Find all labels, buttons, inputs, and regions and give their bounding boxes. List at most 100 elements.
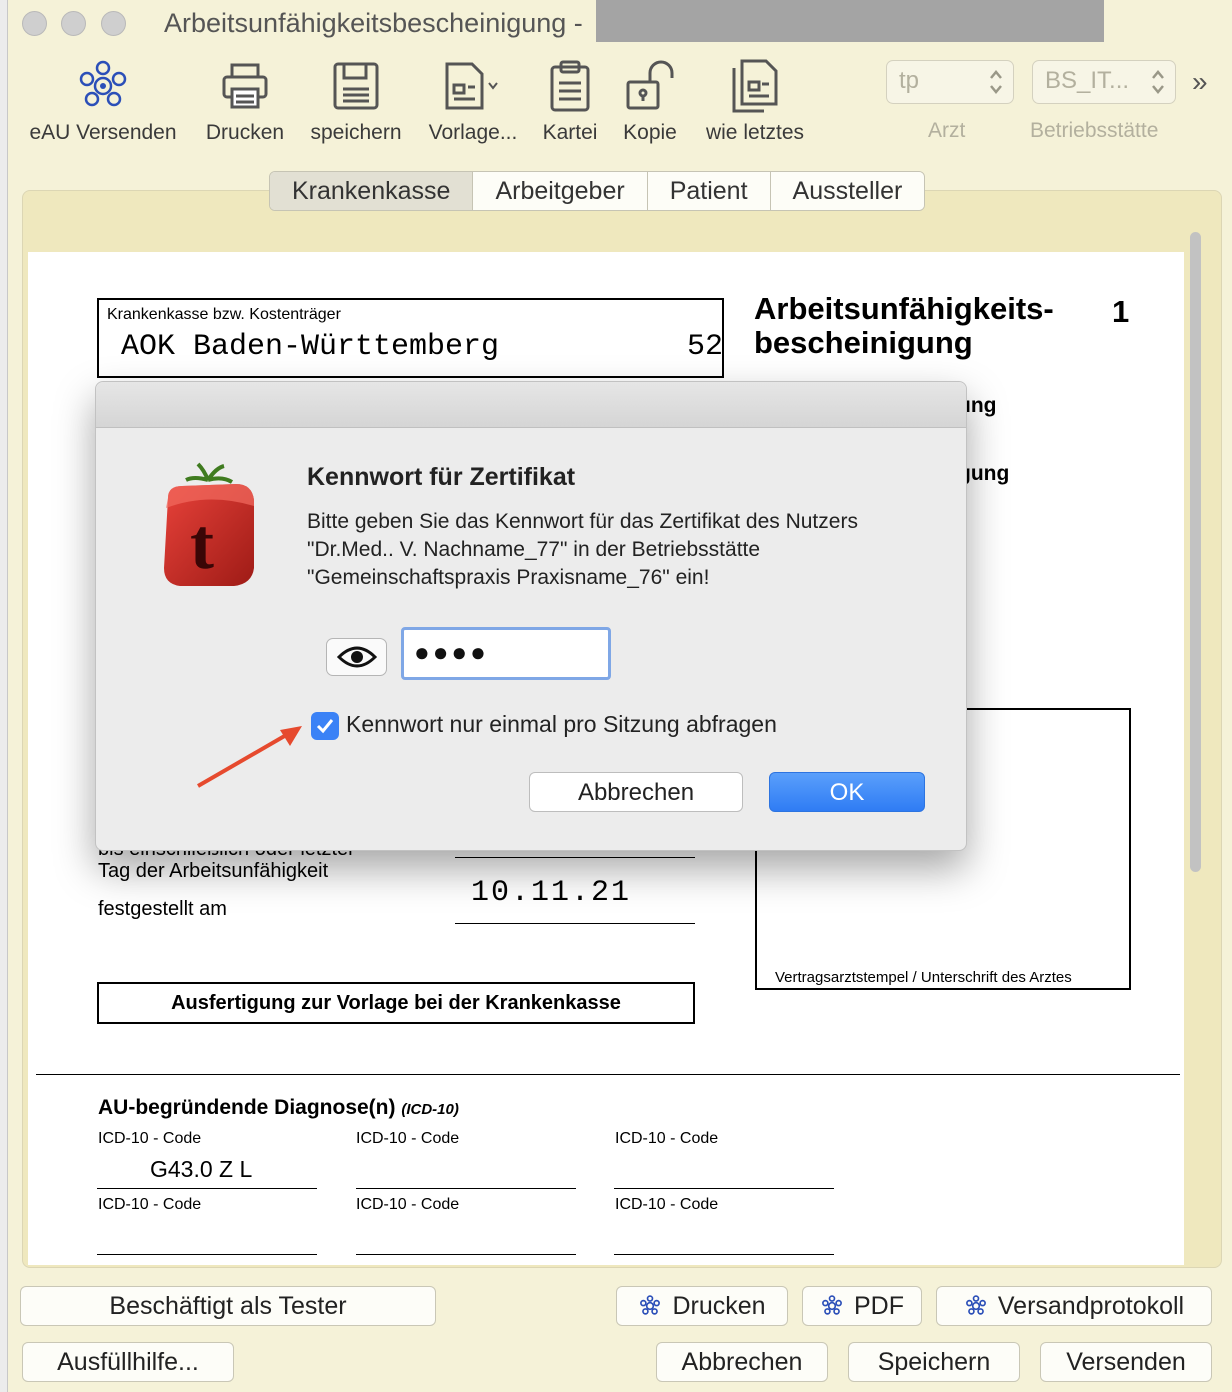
- speichern-button[interactable]: Speichern: [848, 1342, 1020, 1382]
- icd-line: [97, 1254, 317, 1255]
- pdf-button[interactable]: PDF: [802, 1286, 922, 1326]
- eau-logo-icon: [820, 1294, 844, 1325]
- eau-logo-icon: [638, 1294, 662, 1325]
- kasse-value: AOK Baden-Württemberg: [121, 330, 500, 364]
- icd-line: [614, 1254, 834, 1255]
- dialog-title: Kennwort für Zertifikat: [307, 463, 576, 491]
- tag-label: Tag der Arbeitsunfähigkeit: [98, 860, 329, 882]
- toolbar-overflow-button[interactable]: »: [1192, 66, 1208, 98]
- eau-logo-icon: [964, 1294, 988, 1325]
- arzt-label: Arzt: [928, 119, 966, 142]
- icd-line: [97, 1188, 317, 1189]
- tab-bar: Krankenkasse Arbeitgeber Patient Ausstel…: [269, 171, 926, 211]
- toolbar-label: speichern: [310, 121, 402, 144]
- versandprotokoll-button[interactable]: Versandprotokoll: [936, 1286, 1212, 1326]
- window-title: Arbeitsunfähigkeitsbescheinigung -: [164, 8, 583, 38]
- versenden-button[interactable]: Versenden: [1040, 1342, 1212, 1382]
- icd-label: ICD-10 - Code: [98, 1130, 202, 1147]
- vertical-scrollbar[interactable]: [1184, 226, 1206, 1266]
- dialog-ok-button[interactable]: OK: [769, 772, 925, 812]
- eau-logo-icon: [22, 55, 184, 117]
- updown-chevron-icon: [990, 70, 1002, 94]
- dialog-cancel-button[interactable]: Abbrechen: [529, 772, 743, 812]
- ausfertigung-box: Ausfertigung zur Vorlage bei der Kranken…: [97, 982, 695, 1024]
- arzt-select-value: tp: [899, 67, 920, 94]
- toolbar-label: Vorlage...: [428, 121, 518, 144]
- betriebsstaette-label: Betriebsstätte: [1030, 119, 1159, 142]
- abbrechen-button[interactable]: Abbrechen: [656, 1342, 828, 1382]
- icd-label: ICD-10 - Code: [615, 1130, 719, 1147]
- icd-line: [356, 1254, 576, 1255]
- vorlage-toolbar-button[interactable]: Vorlage...: [421, 55, 525, 145]
- section-divider: [36, 1074, 1180, 1075]
- scrollbar-thumb[interactable]: [1190, 232, 1201, 872]
- tomedo-app-icon: t: [158, 460, 258, 595]
- versandprotokoll-button-label: Versandprotokoll: [997, 1292, 1185, 1320]
- background-window-strip: [0, 0, 8, 1392]
- clipboard-icon: [535, 55, 605, 117]
- form-heading: Arbeitsunfähigkeits- bescheinigung: [754, 292, 1054, 360]
- festgestellt-value: 10.11.21: [471, 876, 632, 910]
- heading-line-1: Arbeitsunfähigkeits-: [754, 291, 1054, 326]
- kasse-number: 52: [687, 330, 724, 364]
- icd-label: ICD-10 - Code: [98, 1196, 202, 1213]
- tab-patient[interactable]: Patient: [647, 172, 771, 210]
- tab-arbeitgeber[interactable]: Arbeitgeber: [473, 172, 648, 210]
- drucken-toolbar-button[interactable]: Drucken: [195, 55, 295, 145]
- session-checkbox[interactable]: [311, 712, 339, 740]
- password-input[interactable]: ●●●●: [401, 627, 611, 680]
- app-icon-letter: t: [190, 504, 214, 584]
- icd-line: [356, 1188, 576, 1189]
- speichern-toolbar-button[interactable]: speichern: [301, 55, 411, 145]
- drucken-button-label: Drucken: [672, 1292, 766, 1320]
- dialog-message: Bitte geben Sie das Kennwort für das Zer…: [307, 510, 858, 589]
- tab-krankenkasse[interactable]: Krankenkasse: [270, 172, 474, 210]
- bis-line: [455, 857, 695, 858]
- checkmark-icon: [316, 719, 334, 734]
- annotation-arrow-icon: [196, 726, 302, 788]
- betriebsstaette-select[interactable]: BS_IT...: [1032, 60, 1176, 104]
- close-window-button[interactable]: [22, 11, 47, 36]
- festgestellt-line: [455, 923, 695, 924]
- kartei-toolbar-button[interactable]: Kartei: [535, 55, 605, 145]
- eye-icon: [336, 646, 377, 668]
- toolbar-label: eAU Versenden: [29, 121, 177, 144]
- ausfuellhilfe-button[interactable]: Ausfüllhilfe...: [22, 1342, 234, 1382]
- tester-button[interactable]: Beschäftigt als Tester: [20, 1286, 436, 1326]
- icd-line: [614, 1188, 834, 1189]
- floppy-disk-icon: [301, 55, 411, 117]
- tab-aussteller[interactable]: Aussteller: [770, 172, 925, 210]
- arzt-select[interactable]: tp: [886, 60, 1014, 104]
- kopie-toolbar-button[interactable]: Kopie: [614, 55, 686, 145]
- icd-label: ICD-10 - Code: [356, 1130, 460, 1147]
- festgestellt-label: festgestellt am: [98, 898, 227, 920]
- icd-label: ICD-10 - Code: [615, 1196, 719, 1213]
- pdf-button-label: PDF: [854, 1292, 904, 1320]
- session-checkbox-label[interactable]: Kennwort nur einmal pro Sitzung abfragen: [346, 711, 777, 738]
- drucken-button[interactable]: Drucken: [616, 1286, 788, 1326]
- kasse-box: Krankenkasse bzw. Kostenträger AOK Baden…: [97, 298, 724, 378]
- toolbar-label: Kopie: [623, 121, 677, 144]
- printer-icon: [195, 55, 295, 117]
- dialog-titlebar: [96, 382, 966, 428]
- wie-letztes-toolbar-button[interactable]: wie letztes: [696, 55, 814, 145]
- eau-versenden-button[interactable]: eAU Versenden: [22, 55, 184, 145]
- toolbar-label: wie letztes: [705, 121, 805, 144]
- redacted-title-area: [596, 0, 1104, 42]
- kasse-divider: [97, 376, 724, 378]
- show-password-button[interactable]: [326, 638, 387, 676]
- betriebsstaette-select-value: BS_IT...: [1045, 67, 1130, 94]
- icd-label: ICD-10 - Code: [356, 1196, 460, 1213]
- minimize-window-button[interactable]: [61, 11, 86, 36]
- heading-line-2: bescheinigung: [754, 325, 973, 360]
- zoom-window-button[interactable]: [101, 11, 126, 36]
- diagnose-title: AU-begründende Diagnose(n) (ICD-10): [98, 1096, 459, 1120]
- template-icon: [421, 55, 525, 117]
- diagnose-subtitle: (ICD-10): [401, 1101, 459, 1118]
- updown-chevron-icon: [1152, 70, 1164, 94]
- icd-code-value: G43.0 Z L: [150, 1156, 253, 1182]
- toolbar-label: Kartei: [542, 121, 598, 144]
- heading-number: 1: [1112, 294, 1130, 329]
- stamp-label: Vertragsarztstempel / Unterschrift des A…: [775, 969, 1072, 986]
- document-copy-icon: [696, 55, 814, 117]
